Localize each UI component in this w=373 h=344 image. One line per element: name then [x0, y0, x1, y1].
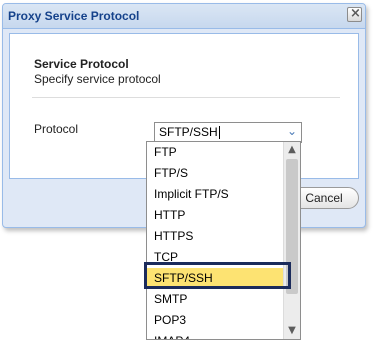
chevron-down-icon: ⌄ [287, 124, 298, 138]
protocol-combobox[interactable]: SFTP/SSH ⌄ [154, 122, 302, 143]
scroll-up-arrow-icon[interactable]: ▲ [284, 142, 300, 158]
dropdown-scrollbar[interactable]: ▲ ▼ [283, 142, 300, 339]
section-title: Service Protocol [34, 57, 129, 71]
combobox-trigger[interactable]: ⌄ [283, 123, 301, 142]
list-item[interactable]: SMTP [147, 289, 284, 310]
list-item[interactable]: FTP [147, 142, 284, 163]
close-button[interactable]: × [347, 6, 362, 22]
protocol-label: Protocol [34, 122, 79, 136]
protocol-combobox-value[interactable]: SFTP/SSH [159, 126, 220, 139]
list-item[interactable]: IMAP4 [147, 331, 284, 339]
list-item[interactable]: Implicit FTP/S [147, 184, 284, 205]
dialog-titlebar[interactable]: Proxy Service Protocol × [3, 4, 365, 29]
list-item[interactable]: HTTPS [147, 226, 284, 247]
list-item[interactable]: FTP/S [147, 163, 284, 184]
dialog-title: Proxy Service Protocol [8, 9, 140, 23]
protocol-dropdown-list: FTP FTP/S Implicit FTP/S HTTP HTTPS TCP … [146, 141, 301, 340]
section-divider [32, 97, 340, 98]
list-item[interactable]: HTTP [147, 205, 284, 226]
selection-highlight-box [144, 262, 291, 289]
protocol-options: FTP FTP/S Implicit FTP/S HTTP HTTPS TCP … [147, 142, 284, 339]
scroll-down-arrow-icon[interactable]: ▼ [284, 323, 300, 339]
list-item[interactable]: POP3 [147, 310, 284, 331]
close-icon: × [350, 6, 361, 21]
section-subtitle: Specify service protocol [34, 72, 161, 86]
